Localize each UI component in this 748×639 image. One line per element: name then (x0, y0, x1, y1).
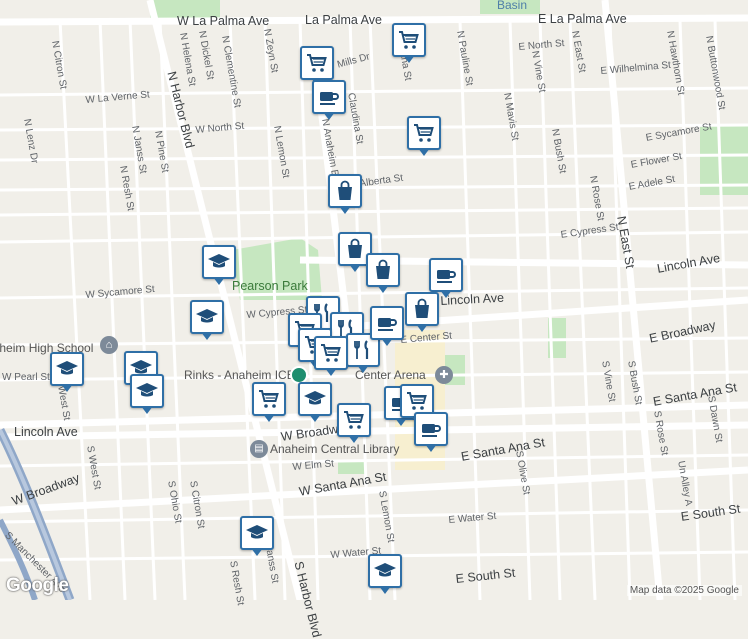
street-label: W Pearl St (2, 372, 50, 383)
place-label: Pearson Park (232, 279, 308, 293)
marker-pointer (403, 55, 415, 63)
map-marker-shopping-bag[interactable] (328, 174, 362, 218)
map-canvas[interactable] (0, 0, 748, 600)
map-marker-coffee-cup[interactable] (312, 80, 346, 124)
map-marker-shopping-cart[interactable] (252, 382, 286, 426)
map-marker-graduation-cap[interactable] (130, 374, 164, 418)
marker-pointer (61, 384, 73, 392)
marker-pointer (379, 586, 391, 594)
shopping-bag-icon (333, 179, 357, 203)
marker-pointer (348, 435, 360, 443)
marker-pointer (425, 444, 437, 452)
shopping-cart-icon (412, 121, 436, 145)
map-marker-shopping-cart[interactable] (314, 336, 348, 380)
map-marker-graduation-cap[interactable] (50, 352, 84, 396)
graduation-cap-icon (303, 387, 327, 411)
shopping-bag-icon (343, 237, 367, 261)
street-label: E La Palma Ave (538, 12, 627, 26)
shopping-cart-icon (257, 387, 281, 411)
shopping-bag-icon (410, 297, 434, 321)
map-marker-graduation-cap[interactable] (190, 300, 224, 344)
library-pin-icon: ▤ (250, 440, 268, 458)
coffee-cup-icon (317, 85, 341, 109)
marker-pointer (325, 368, 337, 376)
map-marker-shopping-bag[interactable] (366, 253, 400, 297)
shopping-cart-icon (397, 28, 421, 52)
marker-pointer (323, 112, 335, 120)
marker-pointer (357, 365, 369, 373)
marker-pointer (349, 264, 361, 272)
marker-pointer (416, 324, 428, 332)
graduation-cap-icon (245, 521, 269, 545)
school-pin-icon: ⌂ (100, 336, 118, 354)
marker-pointer (141, 406, 153, 414)
map-marker-graduation-cap[interactable] (368, 554, 402, 598)
map-marker-graduation-cap[interactable] (240, 516, 274, 560)
map-marker-shopping-cart[interactable] (337, 403, 371, 447)
arena-pin-icon: ✚ (435, 366, 453, 384)
marker-pointer (381, 338, 393, 346)
street-label: La Palma Ave (305, 13, 382, 27)
marker-pointer (339, 206, 351, 214)
google-logo[interactable]: Google (6, 575, 69, 597)
place-label: Basin (497, 0, 528, 12)
graduation-cap-icon (373, 559, 397, 583)
coffee-cup-icon (434, 263, 458, 287)
map-marker-graduation-cap[interactable] (298, 382, 332, 426)
graduation-cap-icon (135, 379, 159, 403)
map-marker-coffee-cup[interactable] (370, 306, 404, 350)
street-label: W La Palma Ave (177, 14, 270, 28)
marker-pointer (309, 414, 321, 422)
map-marker-shopping-bag[interactable] (405, 292, 439, 336)
map-marker-coffee-cup[interactable] (414, 412, 448, 456)
marker-pointer (377, 285, 389, 293)
map-marker-shopping-cart[interactable] (407, 116, 441, 160)
marker-pointer (418, 148, 430, 156)
shopping-bag-icon (371, 258, 395, 282)
map-marker-graduation-cap[interactable] (202, 245, 236, 289)
place-label: Anaheim Central Library (270, 442, 400, 456)
coffee-cup-icon (375, 311, 399, 335)
shopping-cart-icon (405, 389, 429, 413)
map-attribution: Map data ©2025 Google (626, 585, 742, 596)
coffee-cup-icon (419, 417, 443, 441)
marker-pointer (440, 290, 452, 298)
marker-pointer (251, 548, 263, 556)
graduation-cap-icon (195, 305, 219, 329)
shopping-cart-icon (319, 341, 343, 365)
graduation-cap-icon (55, 357, 79, 381)
marker-pointer (213, 277, 225, 285)
graduation-cap-icon (207, 250, 231, 274)
map-marker-shopping-cart[interactable] (392, 23, 426, 67)
shopping-cart-icon (342, 408, 366, 432)
shopping-cart-icon (305, 51, 329, 75)
marker-pointer (263, 414, 275, 422)
place-label: Rinks - Anaheim ICE (184, 368, 295, 382)
street-label: Lincoln Ave (14, 425, 78, 439)
marker-pointer (201, 332, 213, 340)
